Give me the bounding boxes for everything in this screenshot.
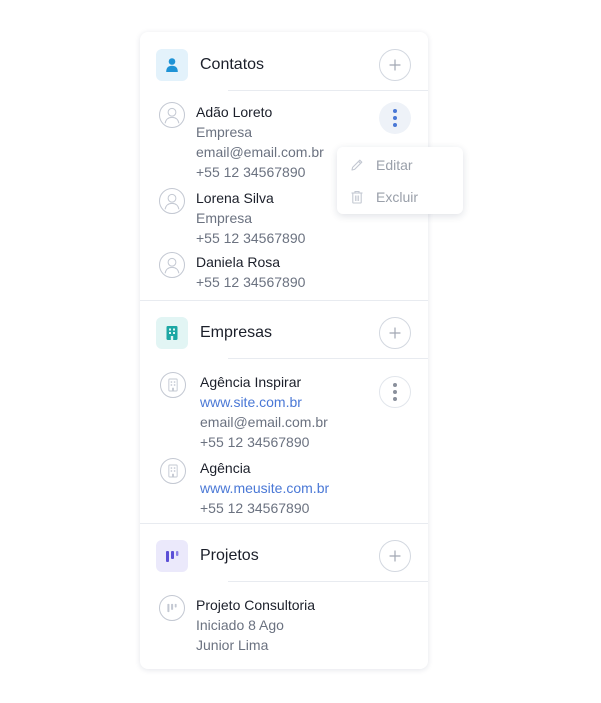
contact-avatar <box>159 102 185 128</box>
contact-phone: +55 12 34567890 <box>196 164 306 180</box>
companies-title: Empresas <box>200 324 273 341</box>
menu-item-delete-label: Excluir <box>376 189 419 205</box>
company-phone: +55 12 34567890 <box>200 434 310 450</box>
user-outline-icon <box>164 257 180 274</box>
contact-details: Daniela Rosa +55 12 34567890 <box>196 252 305 292</box>
building-outline-icon <box>168 464 178 478</box>
contact-phone: +55 12 34567890 <box>196 274 306 290</box>
building-outline-icon <box>168 378 178 392</box>
company-item[interactable]: Agência www.meusite.com.br +55 12 345678… <box>140 458 428 520</box>
projects-header: Projetos <box>140 523 428 582</box>
contact-name: Lorena Silva <box>196 190 274 206</box>
header-divider <box>228 90 428 91</box>
add-company-button[interactable] <box>379 317 411 349</box>
company-more-button[interactable] <box>379 376 411 408</box>
company-details: Agência Inspirar www.site.com.br email@e… <box>200 372 328 452</box>
company-details: Agência www.meusite.com.br +55 12 345678… <box>200 458 329 518</box>
contact-item[interactable]: Daniela Rosa +55 12 34567890 <box>140 252 428 294</box>
company-item[interactable]: Agência Inspirar www.site.com.br email@e… <box>140 372 428 454</box>
company-email: email@email.com.br <box>200 414 328 430</box>
company-avatar <box>160 372 186 398</box>
contacts-header: Contatos <box>140 32 428 91</box>
project-outline-icon <box>167 603 177 613</box>
user-outline-icon <box>164 107 180 124</box>
company-site-link[interactable]: www.site.com.br <box>200 392 328 412</box>
contact-email: email@email.com.br <box>196 144 324 160</box>
person-icon <box>166 58 178 72</box>
projects-section: Projetos Projeto Consultoria Iniciado 8 … <box>140 523 428 669</box>
company-site-link[interactable]: www.meusite.com.br <box>200 478 329 498</box>
menu-item-delete[interactable]: Excluir <box>337 182 463 212</box>
project-name: Projeto Consultoria <box>196 597 316 613</box>
contact-phone: +55 12 34567890 <box>196 230 306 246</box>
project-avatar <box>159 595 185 621</box>
plus-icon <box>389 327 401 339</box>
pencil-icon <box>351 159 363 171</box>
contact-more-button[interactable] <box>379 102 411 134</box>
contact-details: Lorena Silva Empresa +55 12 34567890 <box>196 188 305 248</box>
project-start-date: Iniciado 8 Ago <box>196 617 284 633</box>
contacts-section-icon <box>156 49 188 81</box>
side-panel-card: Contatos Adão Loreto Empresa email@email… <box>140 32 428 669</box>
contact-company: Empresa <box>196 124 253 140</box>
project-details: Projeto Consultoria Iniciado 8 Ago Junio… <box>196 595 315 655</box>
contact-avatar <box>159 188 185 214</box>
add-project-button[interactable] <box>379 540 411 572</box>
contact-company: Empresa <box>196 210 253 226</box>
company-phone: +55 12 34567890 <box>200 500 310 516</box>
projects-title: Projetos <box>200 547 259 564</box>
companies-section: Empresas Agência Inspirar www.site.com.b… <box>140 300 428 523</box>
contact-name: Adão Loreto <box>196 104 273 120</box>
projects-section-icon <box>156 540 188 572</box>
contact-details: Adão Loreto Empresa email@email.com.br +… <box>196 102 324 182</box>
trash-icon <box>351 190 363 204</box>
company-name: Agência Inspirar <box>200 374 302 390</box>
header-divider <box>228 581 428 582</box>
user-outline-icon <box>164 193 180 210</box>
add-contact-button[interactable] <box>379 49 411 81</box>
contact-avatar <box>159 252 185 278</box>
contact-name: Daniela Rosa <box>196 254 281 270</box>
plus-icon <box>389 550 401 562</box>
contacts-title: Contatos <box>200 56 265 73</box>
company-name: Agência <box>200 460 251 476</box>
menu-item-edit[interactable]: Editar <box>337 150 463 180</box>
project-item[interactable]: Projeto Consultoria Iniciado 8 Ago Junio… <box>140 595 428 657</box>
header-divider <box>228 358 428 359</box>
contact-context-menu: Editar Excluir <box>337 147 463 214</box>
companies-section-icon <box>156 317 188 349</box>
building-icon <box>166 326 178 340</box>
plus-icon <box>389 59 401 71</box>
more-vertical-icon <box>393 383 397 401</box>
companies-header: Empresas <box>140 300 428 359</box>
company-avatar <box>160 458 186 484</box>
menu-item-edit-label: Editar <box>376 157 413 173</box>
more-vertical-icon <box>393 109 397 127</box>
project-icon <box>166 551 179 562</box>
project-owner: Junior Lima <box>196 637 269 653</box>
